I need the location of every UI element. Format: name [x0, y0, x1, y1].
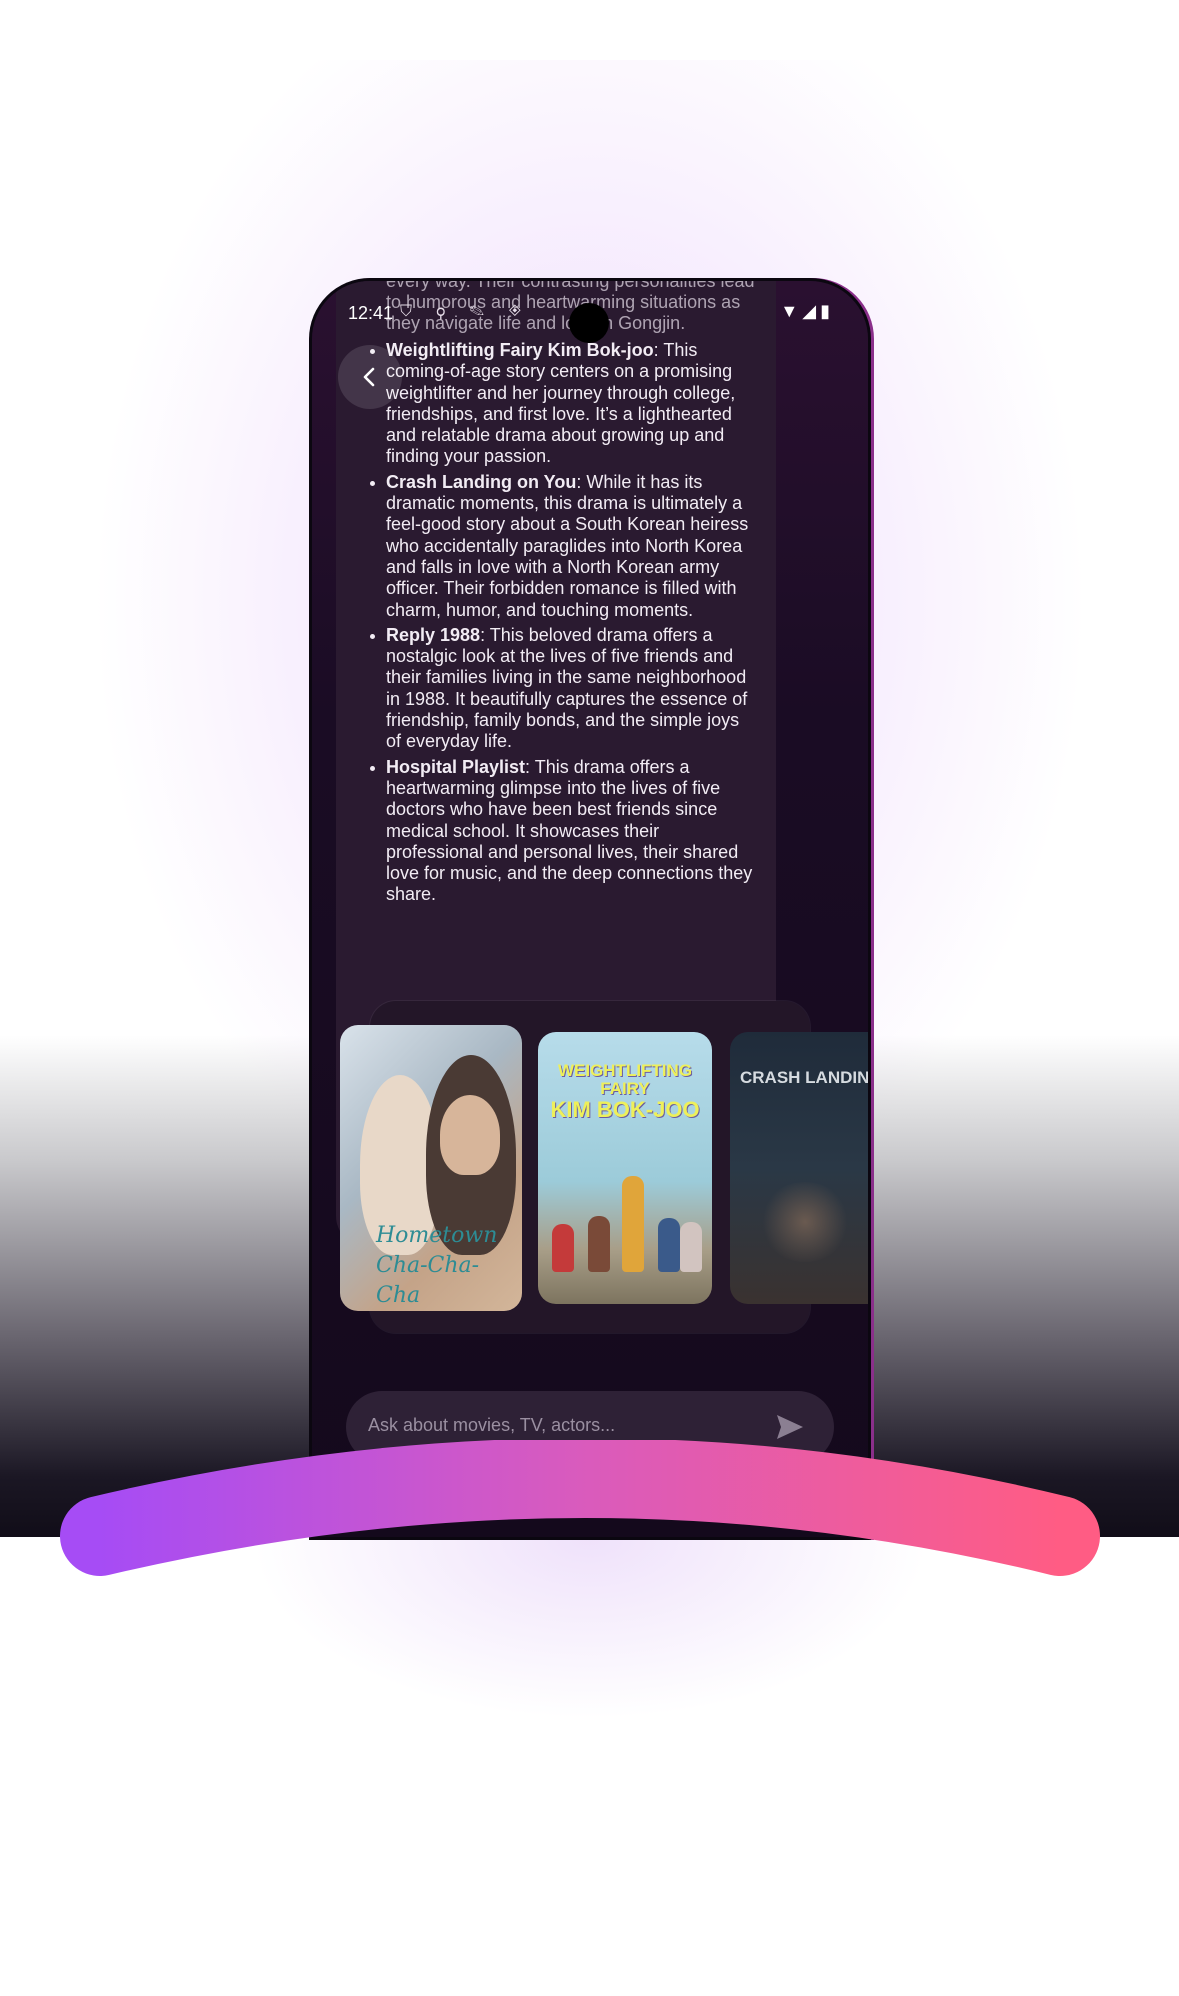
cast-figure — [588, 1216, 610, 1272]
chat-input-placeholder: Ask about movies, TV, actors... — [368, 1415, 616, 1435]
poster-title: CRASH LANDING O — [740, 1068, 868, 1087]
poster-figure — [440, 1095, 500, 1175]
list-item: Reply 1988: This beloved drama offers a … — [370, 624, 758, 753]
cast-figure — [658, 1218, 680, 1272]
poster-title-top: WEIGHTLIFTING FAIRY — [557, 1061, 693, 1098]
poster-crash-landing-on-you[interactable]: CRASH LANDING O — [730, 1032, 868, 1304]
decorative-arc — [60, 1440, 1100, 1576]
list-item: Weightlifting Fairy Kim Bok-joo: This co… — [370, 340, 758, 468]
camera-cutout — [569, 303, 609, 343]
phone-frame: every way. Their contrasting personaliti… — [312, 281, 868, 1537]
recommendation-list: Weightlifting Fairy Kim Bok-joo: This co… — [360, 340, 758, 906]
poster-cast — [548, 1176, 702, 1272]
poster-title-bottom: KIM BOK-JOO — [550, 1097, 700, 1122]
send-icon[interactable] — [774, 1411, 806, 1443]
item-title: Reply 1988 — [386, 624, 481, 645]
poster-hometown-cha-cha-cha[interactable]: Hometown Cha-Cha-Cha — [340, 1025, 522, 1311]
back-button[interactable] — [338, 345, 402, 409]
cast-figure — [622, 1176, 644, 1272]
phone-screen: every way. Their contrasting personaliti… — [312, 281, 868, 1537]
item-text: : While it has its dramatic moments, thi… — [386, 471, 749, 620]
cast-figure — [552, 1224, 574, 1272]
notification-icons: ⛉ ⚲ ✎ ◈ — [400, 303, 532, 320]
item-title: Crash Landing on You — [386, 471, 577, 492]
system-status-icons: ▼◢▮ — [780, 301, 834, 321]
poster-title: Hometown Cha-Cha-Cha — [376, 1223, 498, 1308]
list-item: Crash Landing on You: While it has its d… — [370, 471, 758, 621]
list-item: Hospital Playlist: This drama offers a h… — [370, 756, 758, 906]
item-text: : This drama offers a heartwarming glimp… — [386, 756, 753, 905]
chevron-left-icon — [363, 367, 375, 387]
poster-weightlifting-fairy[interactable]: WEIGHTLIFTING FAIRY KIM BOK-JOO — [538, 1032, 712, 1304]
item-title: Hospital Playlist — [386, 756, 526, 777]
poster-scene — [760, 1182, 850, 1262]
status-time: 12:41 — [348, 303, 394, 323]
cast-figure — [680, 1222, 702, 1272]
item-title: Weightlifting Fairy Kim Bok-joo — [386, 340, 654, 360]
poster-title: WEIGHTLIFTING FAIRY KIM BOK-JOO — [544, 1062, 706, 1122]
